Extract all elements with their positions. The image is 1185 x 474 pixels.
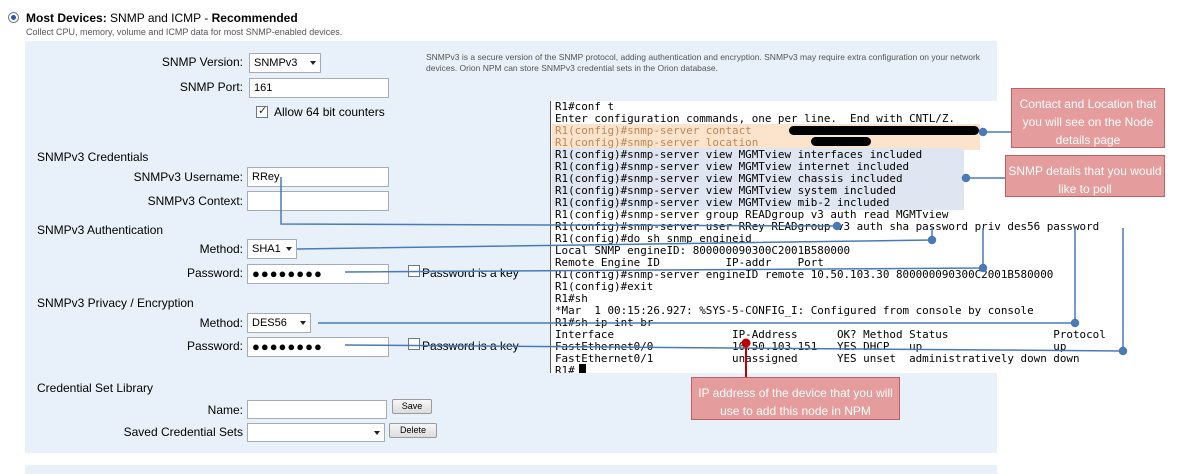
connector-priv-method [318, 228, 1076, 324]
connector-dot [978, 127, 988, 137]
connector-dot [927, 235, 937, 245]
connector-username [280, 177, 838, 227]
connector-dot [1070, 318, 1080, 328]
connector-dot [741, 338, 751, 348]
connector-dot [1118, 346, 1128, 356]
callout-ip-address: IP address of the device that you will u… [691, 377, 900, 420]
connector-dot [978, 263, 988, 273]
callout-contact-location: Contact and Location that you will see o… [1011, 88, 1165, 148]
connector-auth-method [296, 228, 933, 250]
annotation-connectors [280, 127, 1128, 378]
connector-dot [832, 221, 842, 231]
connector-dot [961, 173, 971, 183]
connector-auth-password [344, 228, 984, 273]
callout-snmp-details: SNMP details that you would like to poll [1005, 155, 1165, 197]
